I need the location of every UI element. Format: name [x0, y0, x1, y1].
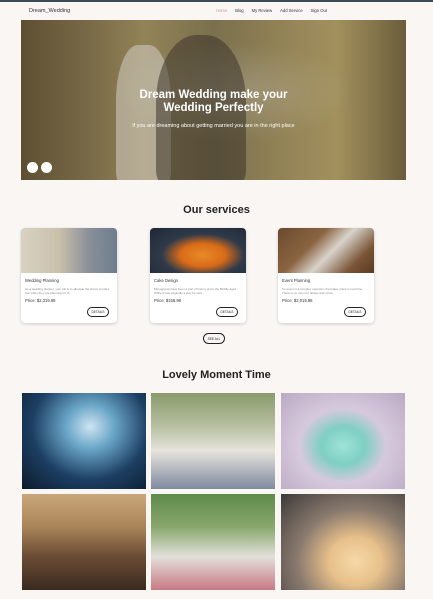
nav-link-my-review[interactable]: My Review	[252, 8, 272, 13]
gallery-image-wedding-cake	[281, 393, 405, 489]
card-price: Price: $158.98	[154, 298, 182, 303]
gallery-image-party-confetti	[22, 393, 146, 489]
carousel-dot-next[interactable]	[41, 162, 52, 173]
carousel-dots	[27, 162, 52, 173]
service-card-event-planning: Event Planning So event is a complex ope…	[278, 228, 374, 323]
hero-title: Dream Wedding make your Wedding Perfectl…	[139, 89, 288, 114]
card-title: Cake Design	[154, 278, 178, 283]
card-title: Event Planning	[282, 278, 311, 283]
service-card-cake-design: Cake Design Monograms have been a part o…	[150, 228, 246, 323]
wedding-planning-image	[21, 228, 117, 273]
gallery-image-wedding-aisle	[22, 494, 146, 590]
nav-link-sign-out[interactable]: Sign Out	[311, 8, 327, 13]
gallery-image-wedding-celebration	[151, 494, 275, 590]
gallery-title: Lovely Moment Time	[162, 369, 271, 381]
cake-design-image	[150, 228, 246, 273]
card-description: So event is a complex operation that tak…	[282, 287, 363, 295]
carousel-dot-prev[interactable]	[27, 162, 38, 173]
see-all-button[interactable]: SEE ALL	[203, 333, 225, 344]
card-price: Price: $2,319.98	[25, 298, 56, 303]
card-price: Price: $2,019.98	[282, 298, 313, 303]
nav-link-add-service[interactable]: Add Service	[280, 8, 303, 13]
services-title: Our services	[183, 204, 250, 216]
nav-links: Home Blog My Review Add Service Sign Out	[216, 8, 327, 13]
hero-banner: Dream Wedding make your Wedding Perfectl…	[21, 20, 406, 180]
card-description: Monograms have been a part of history si…	[154, 287, 238, 295]
navbar: Dream_Wedding Home Blog My Review Add Se…	[0, 2, 433, 20]
nav-link-blog[interactable]: Blog	[235, 8, 243, 13]
details-button[interactable]: DETAILS	[216, 307, 238, 317]
gallery-image-wedding-kiss	[151, 393, 275, 489]
card-description: As a wedding planner, your job is to all…	[25, 287, 110, 295]
details-button[interactable]: DETAILS	[344, 307, 366, 317]
card-title: Wedding Planning	[25, 278, 59, 283]
event-planning-image	[278, 228, 374, 273]
details-button[interactable]: DETAILS	[87, 307, 109, 317]
hero-subtitle: if you are dreaming about getting marrie…	[132, 123, 295, 129]
nav-link-home[interactable]: Home	[216, 8, 227, 13]
gallery-image-birthday-kids	[281, 494, 405, 590]
brand-logo[interactable]: Dream_Wedding	[29, 8, 70, 14]
service-card-wedding-planning: Wedding Planning As a wedding planner, y…	[21, 228, 117, 323]
